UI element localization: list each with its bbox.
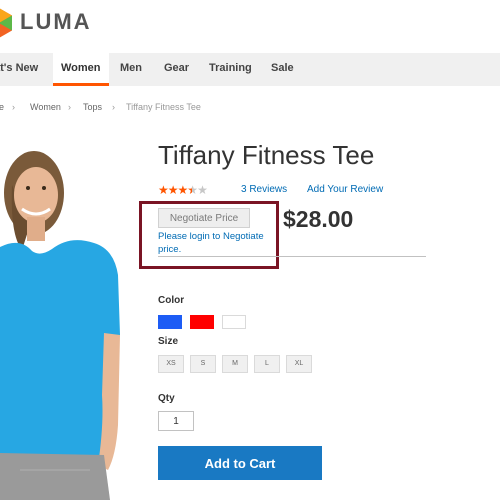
breadcrumb-current: Tiffany Fitness Tee	[126, 102, 201, 112]
breadcrumb-separator: ›	[68, 102, 71, 112]
negotiate-price-button[interactable]: Negotiate Price	[158, 208, 250, 228]
rating-stars: ★★★★★	[158, 183, 208, 197]
star-full-icon: ★	[167, 183, 179, 197]
reviews-link[interactable]: 3 Reviews	[241, 184, 287, 195]
size-option-m[interactable]: M	[222, 355, 248, 373]
color-swatch-red[interactable]	[190, 315, 214, 329]
logo-text[interactable]: LUMA	[20, 9, 92, 35]
size-option-l[interactable]: L	[254, 355, 280, 373]
divider	[158, 256, 426, 257]
breadcrumb-separator: ›	[12, 102, 15, 112]
login-to-negotiate-link[interactable]: Please login to Negotiate price.	[158, 230, 278, 256]
nav-item-sale[interactable]: Sale	[271, 53, 294, 86]
size-option-s[interactable]: S	[190, 355, 216, 373]
nav-item-men[interactable]: Men	[120, 53, 142, 86]
breadcrumb-tops[interactable]: Tops	[83, 102, 102, 112]
luma-logo-icon[interactable]	[0, 8, 12, 38]
main-nav: at's New Women Men Gear Training Sale	[0, 53, 500, 86]
nav-item-gear[interactable]: Gear	[164, 53, 189, 86]
star-full-icon: ★	[177, 183, 189, 197]
add-to-cart-button[interactable]: Add to Cart	[158, 446, 322, 480]
size-option-xs[interactable]: XS	[158, 355, 184, 373]
color-swatch-white[interactable]	[222, 315, 246, 329]
qty-label: Qty	[158, 393, 175, 404]
site-header: LUMA	[0, 0, 500, 50]
color-swatch-blue[interactable]	[158, 315, 182, 329]
breadcrumb-women[interactable]: Women	[30, 102, 61, 112]
product-price: $28.00	[283, 206, 354, 232]
star-full-icon: ★	[158, 183, 169, 197]
nav-item-whats-new[interactable]: at's New	[0, 53, 38, 86]
qty-input[interactable]	[158, 411, 194, 431]
product-title: Tiffany Fitness Tee	[158, 140, 375, 170]
nav-item-women[interactable]: Women	[53, 53, 109, 86]
star-empty-icon: ★	[197, 183, 208, 197]
nav-item-training[interactable]: Training	[209, 53, 252, 86]
size-label: Size	[158, 336, 179, 347]
size-option-xl[interactable]: XL	[286, 355, 312, 373]
add-review-link[interactable]: Add Your Review	[307, 184, 383, 195]
color-label: Color	[158, 295, 185, 306]
star-half-icon: ★	[187, 183, 198, 197]
breadcrumb-separator: ›	[112, 102, 115, 112]
product-photo[interactable]	[0, 125, 130, 500]
breadcrumb-home[interactable]: e	[0, 102, 4, 112]
